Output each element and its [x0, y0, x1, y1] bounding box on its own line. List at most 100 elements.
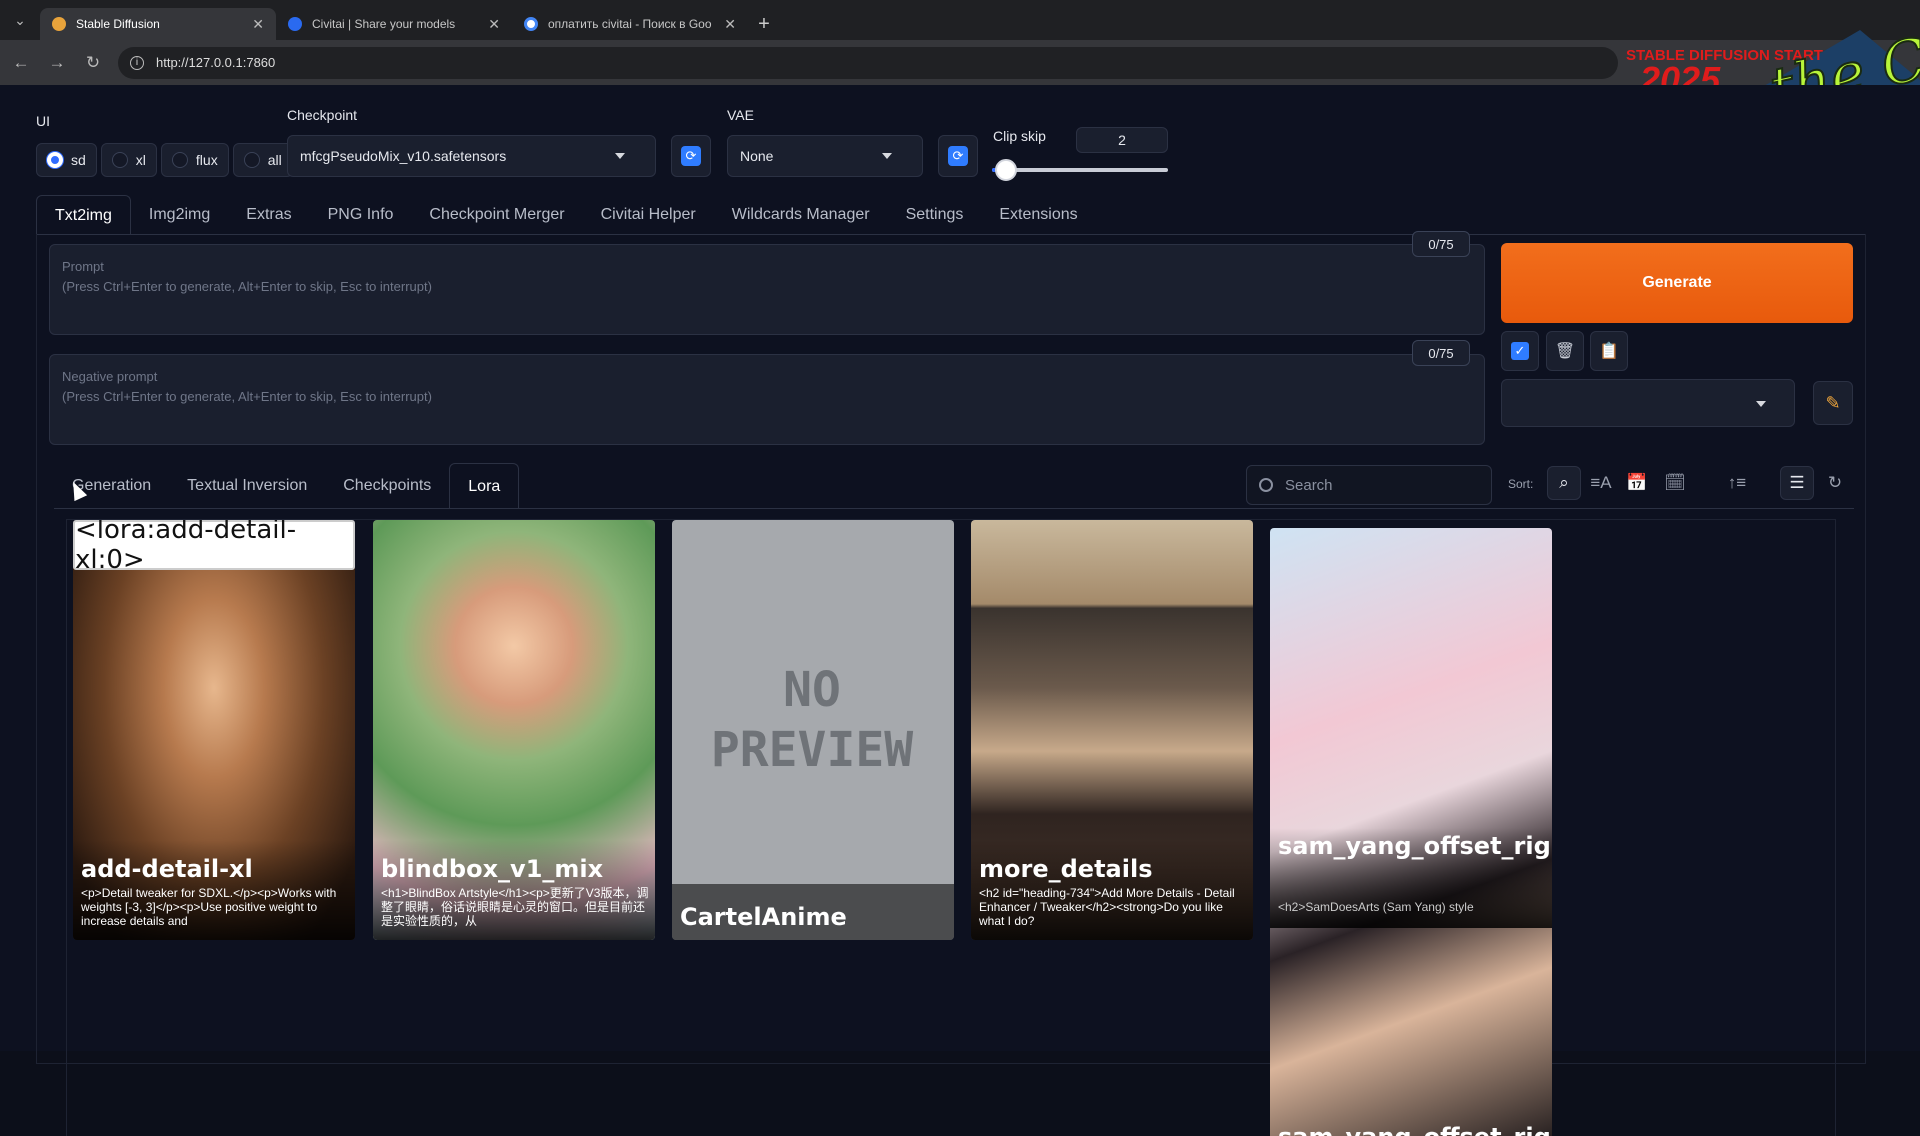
search-icon	[1259, 478, 1273, 492]
styles-dropdown[interactable]	[1501, 379, 1795, 427]
subtab-checkpoints[interactable]: Checkpoints	[325, 463, 449, 509]
tab-txt2img[interactable]: Txt2img	[36, 195, 131, 235]
tab-extras[interactable]: Extras	[228, 195, 309, 235]
ui-option-flux[interactable]: flux	[160, 143, 229, 177]
tab-title: Stable Diffusion	[76, 17, 160, 31]
negative-prompt-label: Negative prompt	[62, 369, 158, 384]
lora-card-blindbox-v1-mix[interactable]: blindbox_v1_mix <h1>BlindBox Artstyle</h…	[373, 520, 655, 940]
browser-tab-civitai[interactable]: Civitai | Share your models ✕	[276, 8, 512, 40]
trash-icon: 🗑	[1554, 343, 1576, 360]
subtab-textual-inversion[interactable]: Textual Inversion	[169, 463, 325, 509]
card-name: sam_yang_offset_right_filesize	[1278, 832, 1552, 860]
ui-option-all[interactable]: all	[232, 143, 293, 177]
sort-by-date-modified-icon[interactable]: 🗓	[1658, 466, 1692, 500]
tab-png-info[interactable]: PNG Info	[310, 195, 412, 235]
ui-label: UI	[36, 113, 50, 129]
close-tab-icon[interactable]: ✕	[488, 16, 500, 33]
paste-button[interactable]: 📋	[1590, 331, 1628, 371]
lora-card-cartelanime[interactable]: NO PREVIEW CartelAnime	[672, 520, 954, 940]
generate-button[interactable]: Generate	[1501, 243, 1853, 323]
card-description: <h2 id="heading-734">Add More Details - …	[979, 886, 1235, 928]
radio-icon	[171, 152, 188, 168]
refresh-checkpoint-button[interactable]: ⟳	[671, 135, 711, 177]
browser-tab-google-search[interactable]: оплатить civitai - Поиск в Goo ✕	[512, 8, 748, 40]
back-icon[interactable]: ←	[6, 48, 36, 78]
close-tab-icon[interactable]: ✕	[252, 16, 264, 33]
forward-icon[interactable]: →	[42, 48, 72, 78]
card-description: <p>Detail tweaker for SDXL.</p><p>Works …	[81, 886, 337, 928]
tab-search-icon[interactable]: ⌄	[0, 0, 40, 40]
card-name-next: sam_yang_offset_right	[1278, 1123, 1552, 1136]
option-label: sd	[71, 152, 86, 168]
lora-card-add-detail-xl[interactable]: add-detail-xl <p>Detail tweaker for SDXL…	[73, 520, 355, 940]
tab-img2img[interactable]: Img2img	[131, 195, 228, 235]
ui-option-xl[interactable]: xl	[100, 143, 157, 177]
card-name: more_details	[979, 855, 1153, 883]
prompt-token-counter: 0/75	[1412, 231, 1470, 257]
ui-radio-group: sd xl flux all	[36, 143, 293, 177]
card-name: CartelAnime	[680, 903, 847, 931]
stable-diffusion-favicon-icon	[52, 17, 66, 31]
lora-card-more-details[interactable]: more_details <h2 id="heading-734">Add Mo…	[971, 520, 1253, 940]
negative-prompt-token-counter: 0/75	[1412, 340, 1470, 366]
sort-by-path-icon[interactable]: ⌕	[1547, 466, 1581, 500]
prompt-textarea[interactable]: Prompt (Press Ctrl+Enter to generate, Al…	[49, 244, 1485, 335]
card-description: <h1>BlindBox Artstyle</h1><p>更新了V3版本，调整了…	[381, 886, 649, 928]
chevron-down-icon	[882, 153, 892, 159]
sort-label: Sort:	[1508, 477, 1534, 491]
edit-styles-button[interactable]: ✎	[1813, 381, 1853, 425]
close-tab-icon[interactable]: ✕	[724, 16, 736, 33]
checkpoint-value: mfcgPseudoMix_v10.safetensors	[300, 148, 507, 164]
vae-label: VAE	[727, 107, 754, 123]
search-placeholder: Search	[1285, 476, 1333, 494]
civitai-favicon-icon	[288, 17, 302, 31]
new-tab-button[interactable]: +	[748, 8, 780, 40]
clear-prompt-button[interactable]: 🗑	[1546, 331, 1584, 371]
refresh-icon[interactable]: ↻	[1818, 466, 1852, 500]
no-preview-placeholder: NO PREVIEW	[710, 662, 914, 778]
search-input[interactable]: Search	[1246, 465, 1492, 505]
checkpoint-label: Checkpoint	[287, 107, 358, 123]
extra-networks-tabs: Generation Textual Inversion Checkpoints…	[54, 463, 520, 509]
tab-extensions[interactable]: Extensions	[981, 195, 1095, 235]
prompt-label: Prompt	[62, 259, 104, 274]
refresh-icon: ⟳	[681, 146, 701, 166]
main-tabs: Txt2img Img2img Extras PNG Info Checkpoi…	[36, 195, 1096, 235]
option-label: flux	[195, 152, 218, 168]
vae-dropdown[interactable]: None	[727, 135, 923, 177]
clip-skip-slider[interactable]	[992, 159, 1168, 181]
refresh-vae-button[interactable]: ⟳	[938, 135, 978, 177]
subtab-divider	[54, 508, 1854, 509]
lora-card-gallery: <lora:add-detail-xl:0> add-detail-xl <p>…	[66, 519, 1836, 1136]
sort-direction-icon[interactable]: ↑≡	[1720, 466, 1754, 500]
negative-prompt-textarea[interactable]: Negative prompt (Press Ctrl+Enter to gen…	[49, 354, 1485, 445]
tab-checkpoint-merger[interactable]: Checkpoint Merger	[411, 195, 582, 235]
checkpoint-dropdown[interactable]: mfcgPseudoMix_v10.safetensors	[287, 135, 656, 177]
tab-settings[interactable]: Settings	[888, 195, 982, 235]
subtab-lora[interactable]: Lora	[449, 463, 520, 509]
browser-tab-stable-diffusion[interactable]: Stable Diffusion ✕	[40, 8, 276, 40]
sort-by-date-created-icon[interactable]: 📅	[1620, 466, 1654, 500]
webui-page: UI sd xl flux all Checkpoint mfcgPseudoM…	[0, 85, 1920, 1136]
tab-civitai-helper[interactable]: Civitai Helper	[583, 195, 714, 235]
ui-option-sd[interactable]: sd	[36, 143, 97, 177]
chevron-down-icon	[615, 153, 625, 159]
radio-selected-icon	[47, 152, 63, 168]
clip-skip-label: Clip skip	[993, 128, 1046, 144]
lora-card-sam-yang-offset-right-filesize[interactable]: sam_yang_offset_right_filesize <h2>SamDo…	[1270, 528, 1552, 1136]
sort-by-name-icon[interactable]: ≡A	[1584, 466, 1618, 500]
vae-value: None	[740, 148, 774, 164]
clip-skip-number-input[interactable]: 2	[1076, 127, 1168, 153]
tree-view-icon[interactable]: ☰	[1780, 466, 1814, 500]
radio-icon	[243, 152, 260, 168]
refresh-icon: ⟳	[948, 146, 968, 166]
tab-wildcards-manager[interactable]: Wildcards Manager	[714, 195, 888, 235]
slider-handle[interactable]	[995, 159, 1018, 181]
google-favicon-icon	[524, 17, 538, 31]
reload-icon[interactable]: ↻	[78, 48, 108, 78]
option-label: all	[267, 152, 282, 168]
url-field[interactable]: i http://127.0.0.1:7860	[118, 46, 1618, 79]
card-name: add-detail-xl	[81, 855, 253, 883]
checkbox-style-button[interactable]: ✓	[1501, 331, 1539, 371]
site-info-icon[interactable]: i	[130, 55, 144, 70]
